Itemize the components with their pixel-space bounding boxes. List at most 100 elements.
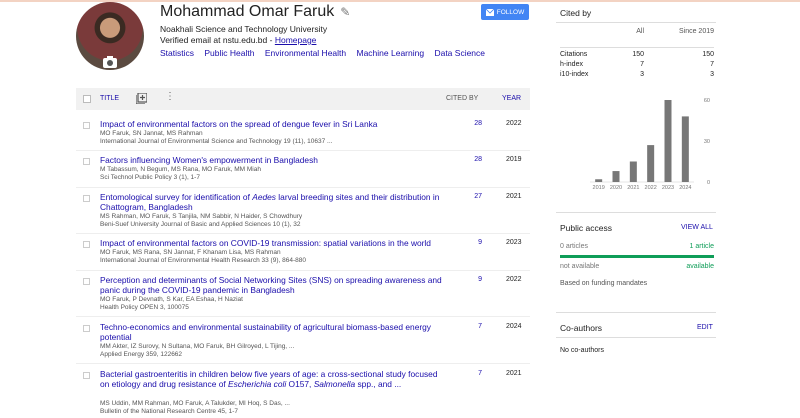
articles-table-header: TITLE ⋮ CITED BY YEAR bbox=[76, 88, 530, 110]
article-title[interactable]: Perception and determinants of Social Ne… bbox=[100, 275, 445, 295]
row-checkbox[interactable] bbox=[83, 278, 90, 285]
interest-data-science[interactable]: Data Science bbox=[434, 48, 485, 58]
edit-pencil-icon[interactable]: ✎ bbox=[340, 5, 350, 19]
cited-by-count[interactable]: 9 bbox=[472, 276, 482, 283]
affiliation: Noakhali Science and Technology Universi… bbox=[160, 24, 328, 34]
article-venue: Applied Energy 359, 122662 bbox=[100, 351, 183, 358]
article-title[interactable]: Factors influencing Women's empowerment … bbox=[100, 155, 445, 165]
x-tick-label: 2024 bbox=[679, 185, 691, 191]
article-authors: MO Faruk, SN Jannat, MS Rahman bbox=[100, 130, 203, 137]
article-venue: Health Policy OPEN 3, 100075 bbox=[100, 304, 189, 311]
chart-bar-2021[interactable] bbox=[629, 161, 637, 183]
email-text: Verified email at nstu.edu.bd - bbox=[160, 35, 275, 45]
coauthors-heading: Co-authors bbox=[560, 323, 603, 333]
x-tick-label: 2022 bbox=[645, 185, 657, 191]
y-tick-label: 30 bbox=[704, 139, 710, 145]
metric-row-citations: Citations 150 150 bbox=[560, 51, 714, 61]
cited-by-count[interactable]: 28 bbox=[472, 120, 482, 127]
chart-bar-2023[interactable] bbox=[664, 100, 672, 182]
metric-all: 3 bbox=[640, 71, 644, 78]
article-year: 2024 bbox=[506, 323, 522, 330]
article-year: 2021 bbox=[506, 193, 522, 200]
not-available-count[interactable]: 0 articles bbox=[560, 243, 588, 250]
metric-since: 7 bbox=[710, 61, 714, 68]
metric-row-h-index: h-index 7 7 bbox=[560, 61, 714, 71]
article-year: 2022 bbox=[506, 276, 522, 283]
article-authors: MS Rahman, MO Faruk, S Tanjila, NM Sabbi… bbox=[100, 213, 303, 220]
interest-environmental-health[interactable]: Environmental Health bbox=[265, 48, 346, 58]
chart-bar-2020[interactable] bbox=[612, 171, 620, 182]
available-count[interactable]: 1 article bbox=[689, 243, 714, 250]
row-checkbox[interactable] bbox=[83, 195, 90, 202]
more-options-icon[interactable]: ⋮ bbox=[165, 91, 175, 102]
cited-by-count[interactable]: 28 bbox=[472, 156, 482, 163]
article-authors: M Tabassum, N Begum, MS Rana, MO Faruk, … bbox=[100, 166, 261, 173]
edit-coauthors-link[interactable]: EDIT bbox=[697, 324, 713, 331]
follow-button[interactable]: FOLLOW bbox=[481, 4, 529, 20]
verified-email: Verified email at nstu.edu.bd - Homepage bbox=[160, 35, 316, 45]
article-title[interactable]: Bacterial gastroenteritis in children be… bbox=[100, 369, 445, 389]
row-checkbox[interactable] bbox=[83, 122, 90, 129]
article-title[interactable]: Entomological survey for identification … bbox=[100, 192, 445, 212]
article-authors: MM Akter, IZ Surovy, N Sultana, MO Faruk… bbox=[100, 343, 295, 350]
divider bbox=[556, 212, 716, 213]
public-access-bar bbox=[560, 255, 714, 258]
research-interests: Statistics Public Health Environmental H… bbox=[160, 48, 493, 58]
row-divider bbox=[76, 270, 530, 271]
row-divider bbox=[76, 187, 530, 188]
x-tick-label: 2019 bbox=[593, 185, 605, 191]
metric-all: 150 bbox=[632, 51, 644, 58]
chart-bar-2022[interactable] bbox=[647, 145, 655, 182]
chart-bar-2019[interactable] bbox=[595, 179, 603, 182]
sort-by-title[interactable]: TITLE bbox=[100, 95, 119, 102]
cited-by-count[interactable]: 9 bbox=[472, 239, 482, 246]
article-authors: MS Uddin, MM Rahman, MO Faruk, A Talukde… bbox=[100, 400, 290, 407]
divider bbox=[556, 22, 716, 23]
article-venue: Beni-Suef University Journal of Basic an… bbox=[100, 221, 301, 228]
metric-since: 3 bbox=[710, 71, 714, 78]
sort-by-cited[interactable]: CITED BY bbox=[446, 95, 478, 102]
sort-by-year[interactable]: YEAR bbox=[502, 95, 521, 102]
select-all-checkbox[interactable] bbox=[83, 95, 91, 103]
add-article-icon[interactable] bbox=[136, 93, 147, 104]
metrics-header: All Since 2019 bbox=[560, 26, 714, 48]
cited-by-count[interactable]: 7 bbox=[472, 370, 482, 377]
view-all-link[interactable]: VIEW ALL bbox=[681, 224, 713, 231]
divider bbox=[556, 312, 716, 313]
row-divider bbox=[76, 316, 530, 317]
chart-bar-2024[interactable] bbox=[681, 116, 689, 182]
interest-machine-learning[interactable]: Machine Learning bbox=[357, 48, 425, 58]
avatar[interactable] bbox=[76, 2, 144, 70]
interest-public-health[interactable]: Public Health bbox=[204, 48, 254, 58]
top-accent-bar bbox=[0, 0, 800, 2]
metric-all: 7 bbox=[640, 61, 644, 68]
y-tick-label: 60 bbox=[704, 98, 710, 104]
public-access-heading: Public access bbox=[560, 223, 612, 233]
cited-by-count[interactable]: 7 bbox=[472, 323, 482, 330]
row-checkbox[interactable] bbox=[83, 325, 90, 332]
x-tick-label: 2021 bbox=[627, 185, 639, 191]
article-title[interactable]: Impact of environmental factors on COVID… bbox=[100, 238, 445, 248]
no-coauthors-text: No co-authors bbox=[560, 347, 604, 354]
row-checkbox[interactable] bbox=[83, 372, 90, 379]
metric-label[interactable]: i10-index bbox=[560, 71, 588, 78]
article-year: 2022 bbox=[506, 120, 522, 127]
available-label: available bbox=[686, 263, 714, 270]
homepage-link[interactable]: Homepage bbox=[275, 35, 317, 45]
row-divider bbox=[76, 233, 530, 234]
article-title[interactable]: Techno-economics and environmental susta… bbox=[100, 322, 445, 342]
article-authors: MO Faruk, MS Rana, SN Jannat, F Khanam L… bbox=[100, 249, 281, 256]
cited-by-count[interactable]: 27 bbox=[472, 193, 482, 200]
article-venue: Bulletin of the National Research Centre… bbox=[100, 408, 239, 415]
metric-label[interactable]: Citations bbox=[560, 51, 587, 58]
camera-icon[interactable] bbox=[103, 56, 117, 68]
row-checkbox[interactable] bbox=[83, 158, 90, 165]
col-since[interactable]: Since 2019 bbox=[679, 28, 714, 35]
interest-statistics[interactable]: Statistics bbox=[160, 48, 194, 58]
article-title[interactable]: Impact of environmental factors on the s… bbox=[100, 119, 445, 129]
not-available-label: not available bbox=[560, 263, 600, 270]
metric-label[interactable]: h-index bbox=[560, 61, 583, 68]
row-checkbox[interactable] bbox=[83, 241, 90, 248]
funding-mandates-note: Based on funding mandates bbox=[560, 280, 648, 287]
metric-since: 150 bbox=[702, 51, 714, 58]
